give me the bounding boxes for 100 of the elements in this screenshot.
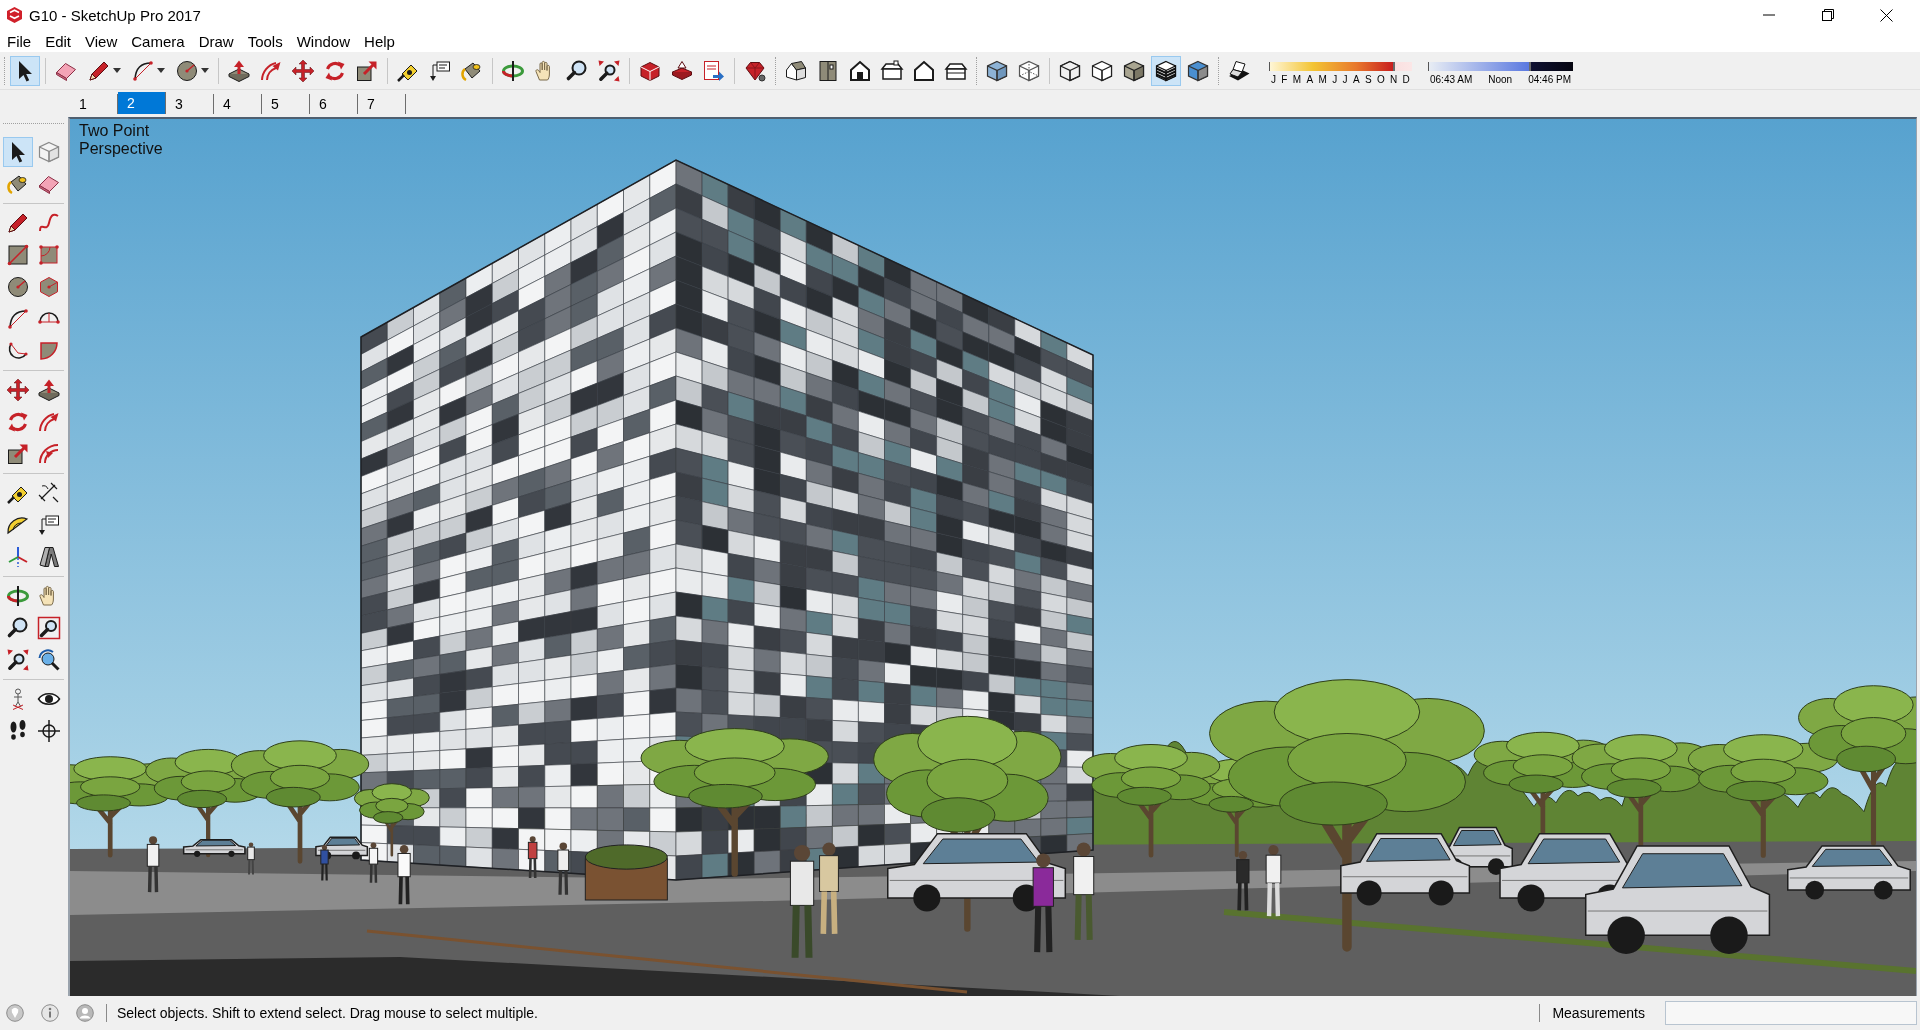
person-figure xyxy=(320,844,329,882)
month-label: J xyxy=(1342,74,1348,85)
close-icon xyxy=(1880,8,1893,22)
resize-square-icon xyxy=(6,442,30,466)
scene-tab[interactable]: 7 xyxy=(358,94,406,114)
wireframe-cube-icon xyxy=(1058,58,1082,83)
measurements-label: Measurements xyxy=(1552,1005,1645,1021)
four-arrows-icon xyxy=(6,378,30,402)
rotated-rectangle-icon xyxy=(37,243,61,267)
push-pull-icon xyxy=(37,378,61,402)
person-figure xyxy=(557,842,570,897)
leader-label-icon xyxy=(37,513,61,537)
time-label: 04:46 PM xyxy=(1528,74,1571,85)
push-pull-icon xyxy=(227,58,251,83)
time-label: Noon xyxy=(1488,74,1513,85)
pie-slice-icon xyxy=(37,339,61,363)
translucent-cube-icon xyxy=(985,58,1009,83)
select-tool-button[interactable] xyxy=(3,137,33,167)
person-figure xyxy=(247,842,255,876)
cabinet-icon xyxy=(816,58,840,83)
extruded-letter-icon xyxy=(37,545,61,569)
menu-item[interactable]: Help xyxy=(357,30,402,52)
month-label: O xyxy=(1376,74,1385,85)
scene-tab[interactable]: 3 xyxy=(166,94,214,114)
person-figure xyxy=(1236,851,1250,913)
magnifier-icon xyxy=(6,616,30,640)
time-label: 06:43 AM xyxy=(1430,74,1473,85)
arc-icon xyxy=(6,307,30,331)
scene-tab[interactable]: 6 xyxy=(310,94,358,114)
month-label: M xyxy=(1318,74,1327,85)
magnifier-icon xyxy=(565,58,589,83)
leader-label-icon xyxy=(428,58,452,83)
wireframe-cube-icon xyxy=(37,140,61,164)
menu-item[interactable]: Camera xyxy=(124,30,192,52)
restore-icon xyxy=(1821,9,1834,21)
shaded-cube-icon xyxy=(1122,58,1146,83)
menu-item[interactable]: Tools xyxy=(240,30,290,52)
house-side-icon xyxy=(880,58,904,83)
caret-icon xyxy=(157,68,165,73)
arc-icon xyxy=(131,58,155,83)
menu-item[interactable]: Draw xyxy=(191,30,241,52)
curved-arrow-icon xyxy=(37,410,61,434)
two-face-cube-icon xyxy=(1186,58,1210,83)
document-arrow-icon xyxy=(702,58,726,83)
scene-tab[interactable]: 2 xyxy=(118,92,166,114)
orbit-icon xyxy=(501,58,525,83)
rectangle-icon xyxy=(6,243,30,267)
camera-label: Two Point Perspective xyxy=(79,122,164,158)
dashed-cube-icon xyxy=(1017,58,1041,83)
location-pin-icon[interactable] xyxy=(6,1004,24,1022)
minimize-icon xyxy=(1762,14,1775,16)
slider-thumb[interactable] xyxy=(1529,62,1532,71)
window-title: G10 - SketchUp Pro 2017 xyxy=(29,6,202,24)
orbit-icon xyxy=(6,584,30,608)
magnifier-arc-icon xyxy=(37,648,61,672)
month-label: A xyxy=(1352,74,1360,85)
month-label: A xyxy=(1306,74,1314,85)
menu-item[interactable]: Window xyxy=(289,30,358,52)
car xyxy=(182,839,246,857)
cube-shadow-icon xyxy=(1227,58,1251,83)
circle-icon xyxy=(6,275,30,299)
scene-tab[interactable]: 4 xyxy=(214,94,262,114)
person-figure xyxy=(368,842,379,885)
month-label: N xyxy=(1390,74,1398,85)
caret-icon xyxy=(201,68,209,73)
textured-button[interactable] xyxy=(1151,55,1181,86)
person-figure xyxy=(527,836,538,880)
person-figure xyxy=(397,844,411,907)
person-figure xyxy=(146,836,160,894)
month-label: M xyxy=(1292,74,1302,85)
pencil-icon xyxy=(6,211,30,235)
info-icon[interactable] xyxy=(41,1004,59,1022)
caret-icon xyxy=(113,68,121,73)
month-label: S xyxy=(1364,74,1372,85)
menu-item[interactable]: File xyxy=(0,30,39,52)
house-front-icon xyxy=(848,58,872,83)
month-label: F xyxy=(1281,74,1288,85)
scene-tab[interactable]: 5 xyxy=(262,94,310,114)
zoom-extents-icon xyxy=(597,58,621,83)
select-tool-button[interactable] xyxy=(10,55,40,86)
crosshair-icon xyxy=(37,719,61,743)
user-account-icon[interactable] xyxy=(76,1004,94,1022)
month-label: D xyxy=(1402,74,1410,85)
polygon-icon xyxy=(37,275,61,299)
house-outline-icon xyxy=(912,58,936,83)
time-slider-track[interactable] xyxy=(1428,62,1573,71)
offset-arcs-icon xyxy=(37,442,61,466)
zoom-extents-icon xyxy=(6,648,30,672)
menu-item[interactable]: View xyxy=(78,30,125,52)
slider-thumb[interactable] xyxy=(1392,62,1395,71)
month-label: J xyxy=(1332,74,1338,85)
month-label: J xyxy=(1271,74,1276,85)
four-arrows-icon xyxy=(291,58,315,83)
house-iso-icon xyxy=(784,58,808,83)
rotate-arrows-icon xyxy=(6,410,30,434)
axes-icon xyxy=(6,545,30,569)
measurements-field[interactable] xyxy=(1665,1001,1917,1025)
striped-cube-icon xyxy=(1154,58,1178,83)
circle-icon xyxy=(175,58,199,83)
menu-item[interactable]: Edit xyxy=(38,30,79,52)
